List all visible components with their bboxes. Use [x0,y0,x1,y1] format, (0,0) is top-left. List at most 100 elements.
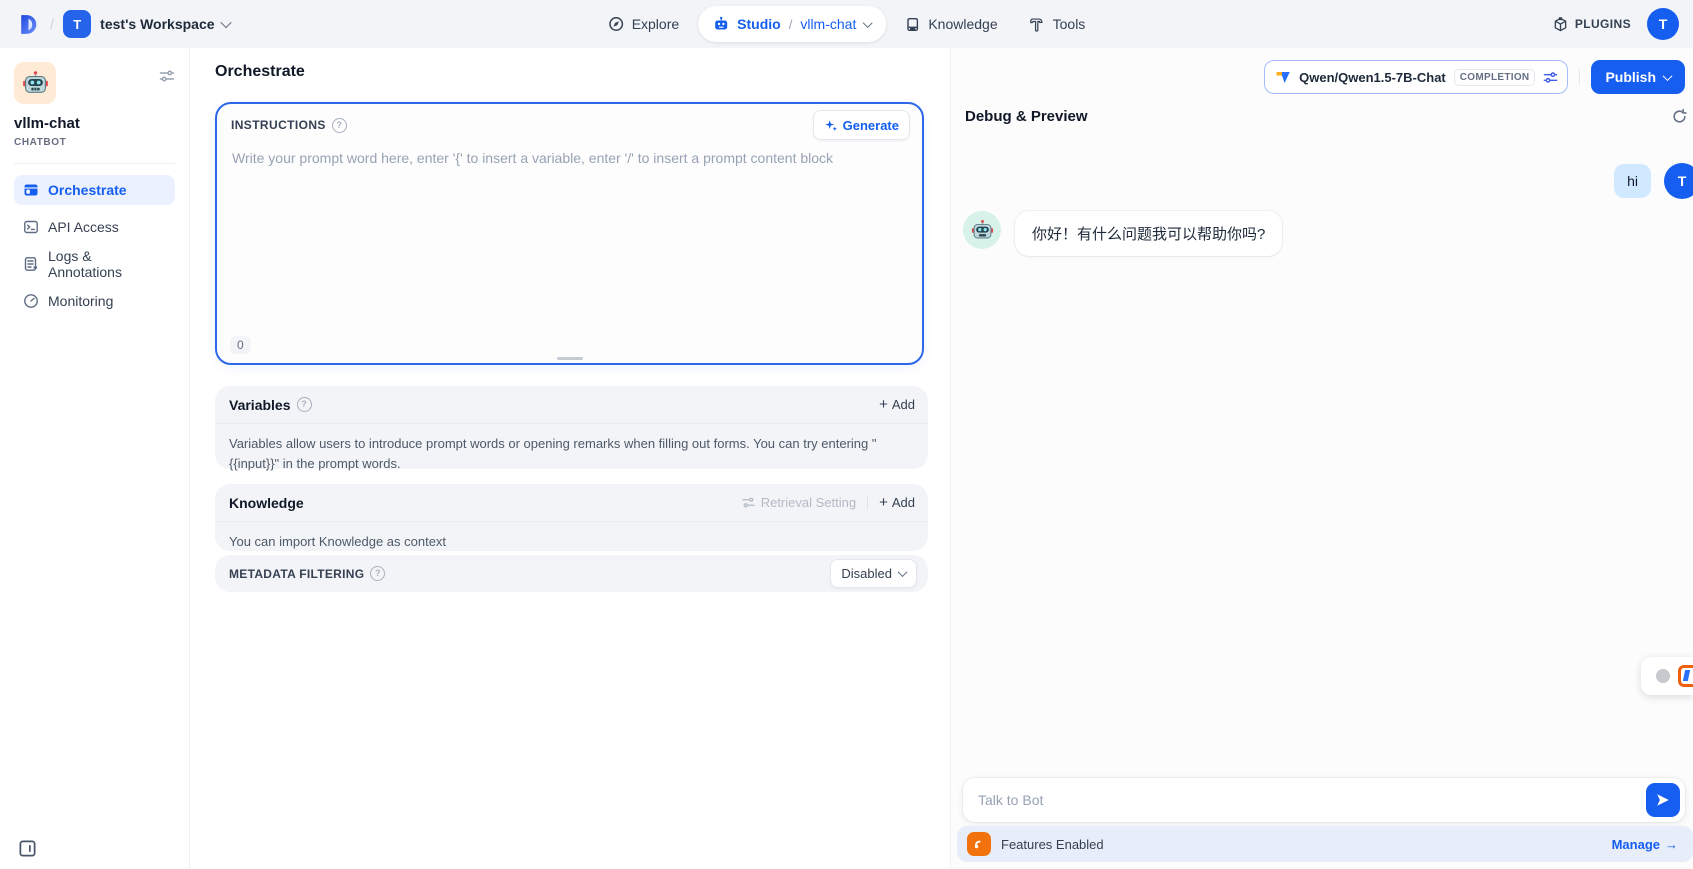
variables-title: Variables [229,397,291,413]
nav-studio-label: Studio [737,16,781,32]
nav-separator: / [789,17,793,32]
app-root: / T test's Workspace Explore Studio / vl… [0,0,1693,869]
document-icon [23,256,39,272]
metadata-filtering-row: METADATA FILTERING ? Disabled [215,555,928,592]
help-icon[interactable]: ? [297,397,312,412]
app-icon [14,62,56,104]
generate-label: Generate [843,118,899,133]
debug-preview-panel: Qwen/Qwen1.5-7B-Chat COMPLETION Publish … [950,48,1693,869]
nav-knowledge[interactable]: Knowledge [892,6,1010,42]
knowledge-panel: Knowledge Retrieval Setting + Add [215,484,928,551]
user-message-bubble: hi [1614,164,1651,198]
send-icon [1655,792,1671,808]
gray-dot-icon [1656,669,1670,683]
workspace-name: test's Workspace [100,16,214,32]
chat-input[interactable] [976,791,1646,809]
sidebar-item-label: Monitoring [48,293,113,309]
chevron-down-icon [898,567,908,577]
main-nav: Explore Studio / vllm-chat Knowledge [595,0,1099,48]
sidebar-divider [14,163,175,164]
help-icon[interactable]: ? [370,566,385,581]
arrow-right-icon: → [1665,837,1678,852]
hammer-icon [1030,17,1045,32]
variables-panel: Variables ? + Add Variables allow users … [215,386,928,469]
instructions-editor[interactable]: Write your prompt word here, enter '{' t… [217,146,922,172]
chat-input-bar [963,778,1685,822]
chat-message-user: hi T [1614,163,1693,199]
sliders-icon [742,496,755,509]
model-mode-badge: COMPLETION [1454,69,1536,86]
publish-button[interactable]: Publish [1591,60,1685,94]
orchestrate-panel: Orchestrate INSTRUCTIONS ? Generate Writ… [191,48,950,869]
app-settings-icon[interactable] [159,68,175,84]
knowledge-title: Knowledge [229,495,304,511]
model-name: Qwen/Qwen1.5-7B-Chat [1299,70,1446,85]
metadata-filtering-dropdown[interactable]: Disabled [830,559,917,588]
add-knowledge-button[interactable]: + Add [879,495,915,510]
bot-avatar [963,211,1001,249]
divider [1579,69,1580,85]
top-header: / T test's Workspace Explore Studio / vl… [0,0,1693,48]
nav-current-app: vllm-chat [800,16,856,32]
model-config-icon[interactable] [1543,70,1558,85]
chat-message-assistant: 你好！有什么问题我可以帮助你吗? [963,211,1282,256]
package-icon [1553,17,1568,32]
sidebar-item-api-access[interactable]: API Access [14,212,175,242]
resize-handle[interactable] [557,357,583,360]
char-count-badge: 0 [230,336,251,354]
features-bar: Features Enabled Manage → [957,826,1693,862]
robot-emoji-icon [22,70,49,97]
sidebar-item-monitoring[interactable]: Monitoring [14,286,175,316]
nav-studio[interactable]: Studio / vllm-chat [698,6,886,42]
restart-conversation-icon[interactable] [1671,108,1688,125]
explore-icon [608,16,624,32]
account-avatar[interactable]: T [1647,8,1679,40]
nav-tools[interactable]: Tools [1017,6,1099,42]
plugins-label: PLUGINS [1575,17,1631,31]
nav-explore-label: Explore [632,16,679,32]
chevron-down-icon [1663,71,1673,81]
page-title: Orchestrate [215,63,305,81]
sidebar-item-label: Logs & Annotations [48,248,166,280]
user-avatar: T [1664,163,1693,199]
book-icon [905,17,920,32]
chevron-down-icon [863,18,873,28]
sidebar-item-logs-annotations[interactable]: Logs & Annotations [14,249,175,279]
instructions-title: INSTRUCTIONS [231,118,326,132]
nav-knowledge-label: Knowledge [928,16,997,32]
plugins-button[interactable]: PLUGINS [1553,17,1631,32]
workspace-avatar[interactable]: T [63,10,91,38]
help-icon[interactable]: ? [332,118,347,133]
gauge-icon [23,293,39,309]
metadata-value: Disabled [841,566,892,581]
add-variable-button[interactable]: + Add [879,397,915,412]
terminal-icon [23,219,39,235]
robot-icon [713,16,729,32]
divider [867,496,868,510]
generate-button[interactable]: Generate [813,110,910,140]
publish-label: Publish [1605,69,1656,85]
floating-extension-widget[interactable] [1641,657,1693,695]
plus-icon: + [879,397,888,412]
vllm-logo-icon [1275,69,1291,85]
app-type-badge: CHATBOT [14,137,175,148]
debug-preview-title: Debug & Preview [965,108,1088,125]
retrieval-setting-label: Retrieval Setting [761,495,856,510]
extension-logo-icon [1678,665,1693,687]
model-selector[interactable]: Qwen/Qwen1.5-7B-Chat COMPLETION [1264,60,1568,94]
retrieval-setting-button[interactable]: Retrieval Setting [742,495,856,510]
metadata-title: METADATA FILTERING [229,567,364,581]
manage-features-link[interactable]: Manage → [1612,837,1678,852]
workspace-selector[interactable]: test's Workspace [100,16,229,32]
collapse-sidebar-icon[interactable] [18,839,37,858]
sidebar-item-label: API Access [48,219,119,235]
sidebar-item-orchestrate[interactable]: Orchestrate [14,175,175,205]
app-sidebar: vllm-chat CHATBOT Orchestrate API Access [0,48,190,869]
nav-explore[interactable]: Explore [595,6,692,42]
variables-description: Variables allow users to introduce promp… [215,424,928,483]
sparkles-icon [824,118,838,132]
manage-label: Manage [1612,837,1660,852]
chevron-down-icon [220,17,231,28]
send-button[interactable] [1646,783,1680,817]
dify-logo-icon [16,12,41,37]
